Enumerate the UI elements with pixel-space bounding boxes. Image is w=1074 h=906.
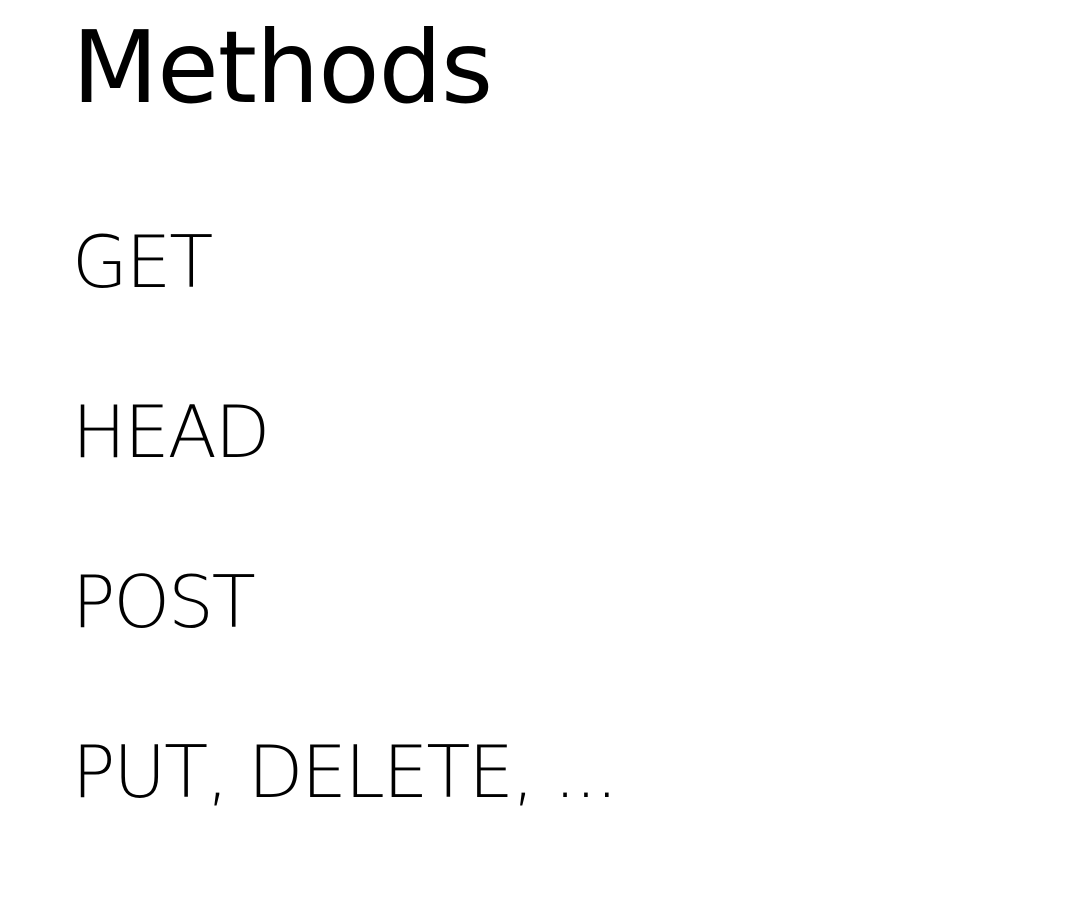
slide: Methods GET HEAD POST PUT, DELETE, ...	[0, 0, 1074, 906]
slide-title: Methods	[72, 9, 493, 126]
method-item-head: HEAD	[72, 390, 270, 474]
method-list: GET HEAD POST PUT, DELETE, ...	[72, 212, 618, 822]
method-item-get: GET	[72, 220, 213, 304]
method-item-post: POST	[72, 560, 256, 644]
method-item-put-delete: PUT, DELETE, ...	[72, 730, 618, 814]
